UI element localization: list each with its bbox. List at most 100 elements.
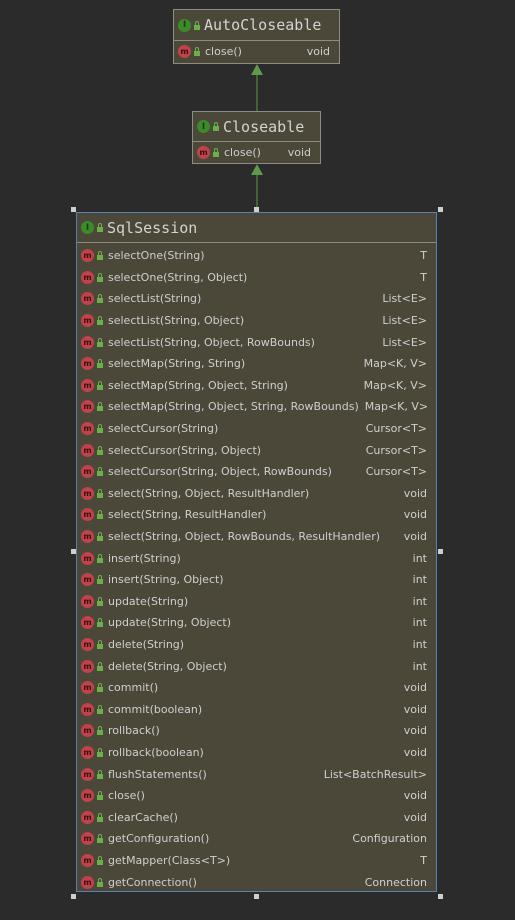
method-row[interactable]: m getMapper(Class<T>) T — [77, 850, 436, 872]
resize-handle-middle-right[interactable] — [438, 549, 443, 554]
resize-handle-bottom-right[interactable] — [438, 894, 443, 899]
method-return-type: void — [287, 146, 311, 160]
public-lock-icon — [213, 148, 219, 158]
method-row[interactable]: m rollback(boolean) void — [77, 742, 436, 764]
method-return-type: int — [412, 594, 427, 608]
uml-diagram-canvas[interactable]: I AutoCloseable m close() void I Closeab… — [0, 0, 515, 920]
method-icon: m — [81, 659, 94, 673]
method-icon: m — [197, 146, 210, 160]
resize-handle-top-right[interactable] — [438, 207, 443, 212]
arrowhead-autocloseable — [251, 64, 263, 75]
method-row[interactable]: m commit() void — [77, 677, 436, 699]
method-name: commit(boolean) — [108, 702, 203, 716]
resize-handle-top-center[interactable] — [254, 207, 259, 212]
method-row[interactable]: m update(String, Object) int — [77, 612, 436, 634]
method-row[interactable]: m insert(String, Object) int — [77, 569, 436, 591]
method-name: selectMap(String, Object, String, RowBou… — [108, 400, 359, 414]
class-name: AutoCloseable — [204, 16, 322, 34]
method-icon: m — [81, 637, 94, 651]
public-lock-icon — [97, 445, 103, 455]
method-row[interactable]: m close() void — [193, 142, 320, 164]
public-lock-icon — [213, 122, 219, 131]
method-return-type: List<E> — [382, 335, 427, 349]
method-icon: m — [81, 530, 94, 544]
method-icon: m — [81, 292, 94, 306]
method-row[interactable]: m selectOne(String) T — [77, 245, 436, 267]
method-return-type: int — [412, 573, 427, 587]
method-row[interactable]: m selectList(String, Object, RowBounds) Li… — [77, 331, 436, 353]
method-icon: m — [81, 594, 94, 608]
method-row[interactable]: m getConfiguration() Configuration — [77, 828, 436, 850]
method-icon: m — [81, 573, 94, 587]
method-name: rollback() — [108, 724, 160, 738]
class-name: Closeable — [223, 117, 305, 136]
method-name: selectCursor(String) — [108, 422, 219, 436]
method-row[interactable]: m select(String, Object, ResultHandler) vo… — [77, 483, 436, 505]
method-return-type: Cursor<T> — [365, 443, 427, 457]
method-row[interactable]: m selectCursor(String) Cursor<T> — [77, 418, 436, 440]
method-row[interactable]: m delete(String, Object) int — [77, 655, 436, 677]
method-row[interactable]: m flushStatements() List<BatchResult> — [77, 763, 436, 785]
method-row[interactable]: m rollback() void — [77, 720, 436, 742]
method-return-type: int — [412, 637, 427, 651]
method-return-type: List<E> — [382, 314, 427, 328]
method-row[interactable]: m clearCache() void — [77, 806, 436, 828]
resize-handle-middle-left[interactable] — [71, 549, 76, 554]
method-row[interactable]: m selectList(String, Object) List<E> — [77, 310, 436, 332]
method-icon: m — [81, 702, 94, 716]
method-row[interactable]: m update(String) int — [77, 591, 436, 613]
method-name: select(String, Object, ResultHandler) — [108, 486, 310, 500]
class-header: I SqlSession — [77, 213, 436, 243]
method-row[interactable]: m selectMap(String, Object, String) Map<K,… — [77, 375, 436, 397]
public-lock-icon — [97, 661, 103, 671]
class-box-autocloseable[interactable]: I AutoCloseable m close() void — [173, 9, 340, 64]
method-icon: m — [81, 465, 94, 479]
method-icon: m — [81, 681, 94, 695]
method-row[interactable]: m selectOne(String, Object) T — [77, 267, 436, 289]
method-name: selectMap(String, String) — [108, 357, 246, 371]
method-return-type: List<BatchResult> — [323, 767, 427, 781]
public-lock-icon — [97, 532, 103, 542]
method-row[interactable]: m selectCursor(String, Object) Cursor<T> — [77, 439, 436, 461]
resize-handle-top-left[interactable] — [71, 207, 76, 212]
method-row[interactable]: m select(String, Object, RowBounds, Resul… — [77, 526, 436, 548]
public-lock-icon — [97, 855, 103, 865]
resize-handle-bottom-left[interactable] — [71, 894, 76, 899]
method-row[interactable]: m select(String, ResultHandler) void — [77, 504, 436, 526]
method-row[interactable]: m getConnection() Connection — [77, 871, 436, 893]
method-return-type: Cursor<T> — [365, 465, 427, 479]
public-lock-icon — [97, 553, 103, 563]
class-box-sqlsession[interactable]: I SqlSession m selectOne(String) Tm selectO… — [76, 212, 437, 892]
method-name: close() — [205, 45, 242, 59]
method-return-type: T — [420, 270, 427, 284]
method-row[interactable]: m selectMap(String, String) Map<K, V> — [77, 353, 436, 375]
public-lock-icon — [97, 359, 103, 369]
method-row[interactable]: m selectList(String) List<E> — [77, 288, 436, 310]
public-lock-icon — [97, 251, 103, 261]
method-name: close() — [108, 789, 145, 803]
resize-handle-bottom-center[interactable] — [254, 894, 259, 899]
method-name: getConfiguration() — [108, 832, 210, 846]
method-row[interactable]: m close() void — [77, 785, 436, 807]
method-icon: m — [81, 249, 94, 263]
method-return-type: void — [403, 789, 427, 803]
method-name: rollback(boolean) — [108, 745, 204, 759]
method-name: selectMap(String, Object, String) — [108, 378, 288, 392]
public-lock-icon — [194, 47, 200, 57]
public-lock-icon — [97, 510, 103, 520]
method-row[interactable]: m insert(String) int — [77, 547, 436, 569]
arrowhead-closeable — [251, 164, 263, 175]
method-row[interactable]: m close() void — [174, 41, 339, 63]
class-box-closeable[interactable]: I Closeable m close() void — [192, 111, 321, 164]
method-row[interactable]: m commit(boolean) void — [77, 698, 436, 720]
method-row[interactable]: m delete(String) int — [77, 634, 436, 656]
method-list: m selectOne(String) Tm selectOne(String, Ob… — [77, 243, 436, 893]
method-icon: m — [81, 314, 94, 328]
public-lock-icon — [97, 747, 103, 757]
public-lock-icon — [97, 223, 103, 232]
method-name: selectList(String) — [108, 292, 202, 306]
method-name: update(String) — [108, 594, 189, 608]
method-row[interactable]: m selectMap(String, Object, String, RowBo… — [77, 396, 436, 418]
method-row[interactable]: m selectCursor(String, Object, RowBounds)… — [77, 461, 436, 483]
method-return-type: Map<K, V> — [363, 357, 427, 371]
